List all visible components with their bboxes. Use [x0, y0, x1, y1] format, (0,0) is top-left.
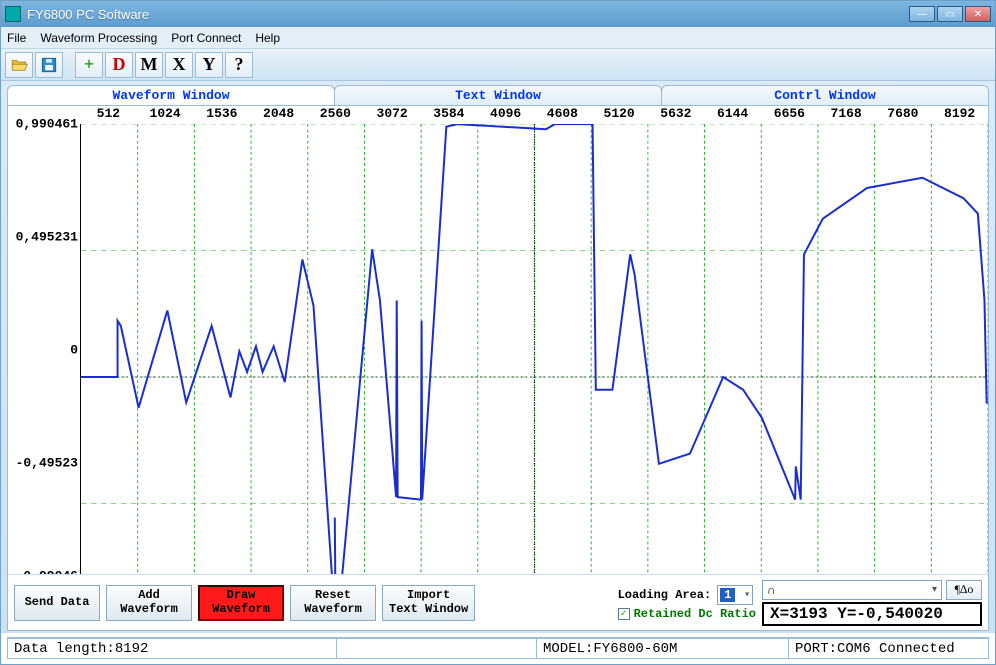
tab-row: Waveform Window Text Window Contrl Windo… — [7, 85, 989, 105]
status-data-length: Data length:8192 — [7, 638, 337, 659]
toolbar: + D M X Y ? — [1, 49, 995, 81]
add-waveform-button[interactable]: Add Waveform — [106, 585, 192, 621]
loading-area-value: 1 — [720, 588, 735, 602]
maximize-button[interactable]: ▭ — [937, 6, 963, 22]
main-area: Waveform Window Text Window Contrl Windo… — [1, 81, 995, 633]
plot-area[interactable] — [80, 124, 988, 630]
tab-waveform[interactable]: Waveform Window — [7, 85, 335, 105]
waveform-panel: 5121024153620482560307235844096460851205… — [7, 105, 989, 631]
retained-dc-ratio-label: Retained Dc Ratio — [634, 607, 756, 621]
menu-port-connect[interactable]: Port Connect — [171, 31, 241, 45]
add-button[interactable]: + — [75, 52, 103, 78]
menu-help[interactable]: Help — [255, 31, 280, 45]
window-title: FY6800 PC Software — [27, 7, 909, 22]
help-button[interactable]: ? — [225, 52, 253, 78]
status-blank — [337, 638, 537, 659]
waveform-shape-apply-button[interactable]: ¶∆o — [946, 580, 982, 600]
panel-bottom-controls: Send Data Add Waveform Draw Waveform Res… — [8, 574, 988, 630]
minimize-button[interactable]: — — [909, 6, 935, 22]
waveform-shape-value: ∩ — [767, 583, 776, 597]
waveform-shape-combo[interactable]: ∩ ▾ — [762, 580, 942, 600]
loading-area-dropdown[interactable]: 1 ▾ — [717, 585, 753, 605]
menu-bar: File Waveform Processing Port Connect He… — [1, 27, 995, 49]
open-button[interactable] — [5, 52, 33, 78]
y-button[interactable]: Y — [195, 52, 223, 78]
m-button[interactable]: M — [135, 52, 163, 78]
loading-area-label: Loading Area: — [618, 588, 712, 602]
app-icon — [5, 6, 21, 22]
status-bar: Data length:8192 MODEL:FY6800-60M PORT:C… — [7, 637, 989, 659]
check-icon: ✓ — [618, 608, 630, 620]
y-axis: 0,9904610,4952310-0,49523-0,99046 — [8, 124, 80, 630]
tab-control[interactable]: Contrl Window — [661, 85, 989, 105]
draw-waveform-button[interactable]: Draw Waveform — [198, 585, 284, 621]
title-bar: FY6800 PC Software — ▭ ✕ — [1, 1, 995, 27]
tab-text[interactable]: Text Window — [334, 85, 662, 105]
reset-waveform-button[interactable]: Reset Waveform — [290, 585, 376, 621]
folder-open-icon — [10, 56, 28, 74]
import-text-window-button[interactable]: Import Text Window — [382, 585, 475, 621]
status-port: PORT:COM6 Connected — [789, 638, 989, 659]
chevron-down-icon: ▾ — [744, 589, 750, 601]
waveform-chart — [81, 124, 988, 630]
menu-file[interactable]: File — [7, 31, 26, 45]
menu-waveform-processing[interactable]: Waveform Processing — [40, 31, 157, 45]
d-button[interactable]: D — [105, 52, 133, 78]
retained-dc-ratio-checkbox[interactable]: ✓ Retained Dc Ratio — [618, 607, 756, 621]
send-data-button[interactable]: Send Data — [14, 585, 100, 621]
x-button[interactable]: X — [165, 52, 193, 78]
x-axis-ticks: 5121024153620482560307235844096460851205… — [80, 106, 988, 124]
snapshot-button[interactable] — [35, 52, 63, 78]
chevron-down-icon: ▾ — [932, 584, 937, 595]
cursor-readout: X=3193 Y=-0,540020 — [762, 602, 982, 626]
disk-icon — [40, 56, 58, 74]
close-button[interactable]: ✕ — [965, 6, 991, 22]
status-model: MODEL:FY6800-60M — [537, 638, 789, 659]
